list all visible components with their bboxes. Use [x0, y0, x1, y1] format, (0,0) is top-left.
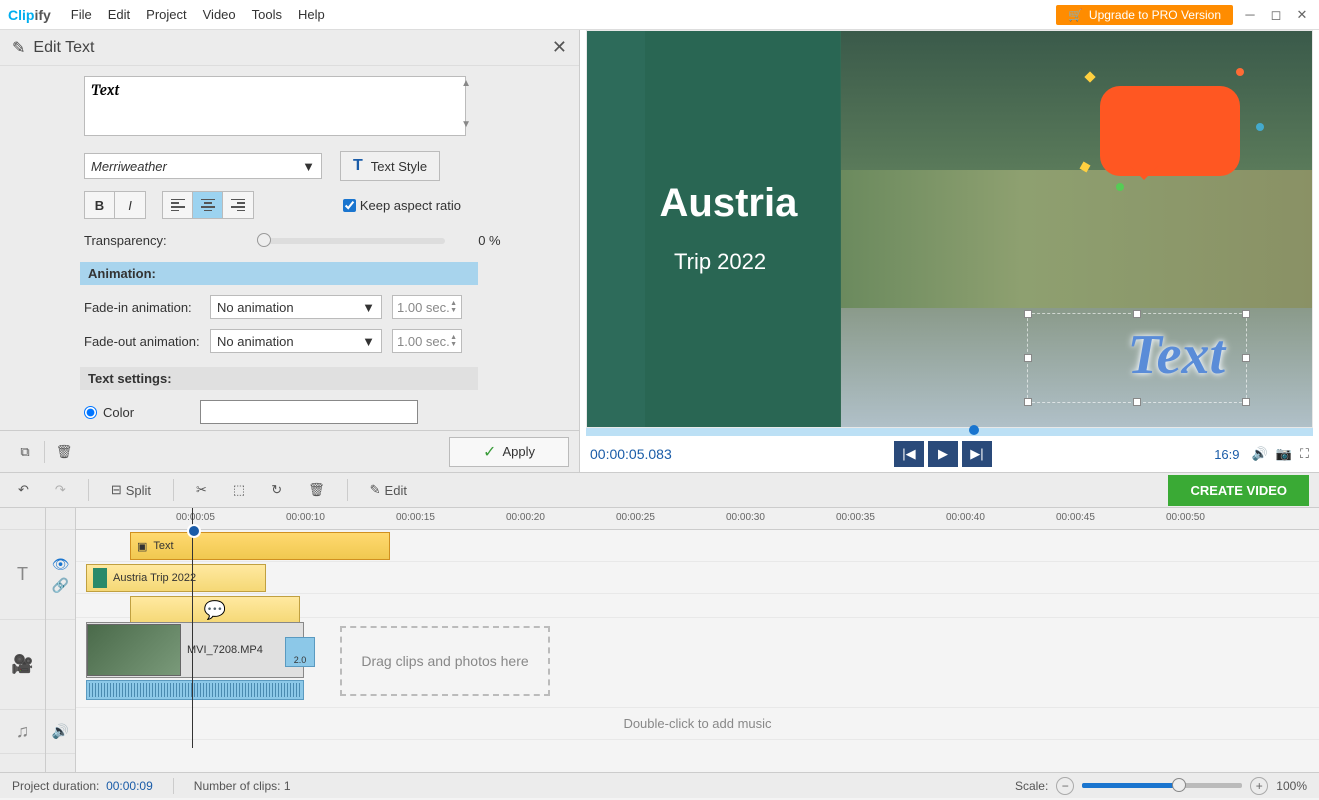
zoom-out-button[interactable]: −: [1056, 777, 1074, 795]
trash-button[interactable]: 🗑: [300, 476, 333, 504]
cart-icon: 🛒: [1068, 8, 1083, 22]
austria-text-clip[interactable]: Austria Trip 2022: [86, 564, 266, 592]
bold-button[interactable]: B: [85, 192, 115, 218]
menu-edit[interactable]: Edit: [108, 7, 130, 22]
text-clip-selected[interactable]: ▣ Text: [130, 532, 390, 560]
fade-in-select[interactable]: No animation▼: [210, 295, 382, 319]
next-frame-button[interactable]: ▶|: [962, 441, 992, 467]
chevron-down-icon: ▼: [302, 159, 315, 174]
fade-out-duration[interactable]: 1.00 sec. ▲▼: [392, 329, 462, 353]
apply-button[interactable]: ✓ Apply: [449, 437, 569, 467]
text-icon: ▣: [137, 540, 147, 553]
video-clip[interactable]: MVI_7208.MP4 2.0: [86, 622, 304, 678]
delete-button[interactable]: 🗑: [49, 438, 79, 466]
panel-title: Edit Text: [33, 39, 94, 57]
panel-close-button[interactable]: ✕: [552, 37, 567, 58]
text-track-icon: T: [0, 530, 45, 620]
menu-bar: File Edit Project Video Tools Help: [71, 7, 325, 22]
fade-in-label: Fade-in animation:: [84, 300, 200, 315]
transition-clip[interactable]: 2.0: [285, 637, 315, 667]
rotate-button[interactable]: ↻: [263, 476, 290, 504]
preview-canvas[interactable]: Austria Trip 2022 Text: [586, 30, 1313, 428]
prev-frame-button[interactable]: |◀: [894, 441, 924, 467]
fade-out-select[interactable]: No animation▼: [210, 329, 382, 353]
zoom-value: 100%: [1276, 779, 1307, 793]
text-style-button[interactable]: T Text Style: [340, 151, 440, 181]
fade-in-duration[interactable]: 1.00 sec. ▲▼: [392, 295, 462, 319]
audio-toggle[interactable]: 🔊: [52, 723, 69, 740]
redo-button[interactable]: ↷: [47, 476, 74, 504]
edit-text-panel: ✎ Edit Text ✕ ▲ ▼ Merriweather ▼ T Text S…: [0, 30, 580, 472]
app-logo: Clipify: [8, 7, 51, 23]
align-left-icon: [171, 199, 185, 211]
preview-title: Austria: [660, 181, 798, 226]
crop-button[interactable]: ⬚: [225, 476, 253, 504]
scale-label: Scale:: [1015, 779, 1048, 793]
video-thumbnail: [87, 624, 181, 676]
minimize-button[interactable]: ─: [1241, 6, 1259, 24]
visibility-toggle[interactable]: 👁: [52, 556, 70, 573]
align-right-icon: [231, 199, 245, 211]
link-toggle[interactable]: 🔗: [52, 577, 69, 594]
drop-zone[interactable]: Drag clips and photos here: [340, 626, 550, 696]
font-select[interactable]: Merriweather ▼: [84, 153, 322, 179]
check-icon: ✓: [483, 442, 496, 462]
undo-button[interactable]: ↶: [10, 476, 37, 504]
align-center-button[interactable]: [193, 192, 223, 218]
transparency-value: 0 %: [471, 233, 501, 248]
animation-section-header: Animation:: [80, 262, 478, 285]
snapshot-icon[interactable]: 📷: [1276, 446, 1292, 462]
menu-help[interactable]: Help: [298, 7, 325, 22]
italic-button[interactable]: I: [115, 192, 145, 218]
upgrade-button[interactable]: 🛒 Upgrade to PRO Version: [1056, 5, 1233, 25]
menu-video[interactable]: Video: [203, 7, 236, 22]
video-track[interactable]: MVI_7208.MP4 2.0 Drag clips and photos h…: [76, 618, 1319, 708]
aspect-ratio[interactable]: 16:9: [1214, 447, 1239, 462]
align-right-button[interactable]: [223, 192, 253, 218]
zoom-in-button[interactable]: +: [1250, 777, 1268, 795]
align-left-button[interactable]: [163, 192, 193, 218]
align-center-icon: [201, 199, 215, 211]
preview-subtitle: Trip 2022: [674, 249, 766, 275]
selection-handles[interactable]: [1027, 313, 1247, 403]
text-content-input[interactable]: [84, 76, 466, 136]
preview-seek-bar[interactable]: [586, 428, 1313, 436]
edit-clip-button[interactable]: ✎Edit: [362, 476, 415, 504]
menu-tools[interactable]: Tools: [252, 7, 282, 22]
text-settings-header: Text settings:: [80, 367, 478, 390]
duplicate-button[interactable]: ⧉: [10, 438, 40, 466]
menu-project[interactable]: Project: [146, 7, 186, 22]
text-style-icon: T: [353, 157, 363, 175]
keep-aspect-checkbox[interactable]: Keep aspect ratio: [343, 198, 461, 213]
fullscreen-icon[interactable]: ⛶: [1300, 446, 1309, 462]
video-track-icon: 🎥: [0, 620, 45, 710]
color-radio[interactable]: [84, 406, 97, 419]
playhead[interactable]: [192, 508, 193, 748]
transparency-label: Transparency:: [84, 233, 167, 248]
timecode: 00:00:05.083: [590, 446, 672, 462]
confetti-decoration: [1076, 63, 1276, 193]
cut-button[interactable]: ✂: [188, 476, 215, 504]
maximize-button[interactable]: ◻: [1267, 6, 1285, 24]
music-track[interactable]: Double-click to add music: [76, 708, 1319, 740]
music-track-icon: ♫: [0, 710, 45, 754]
edit-icon: ✎: [12, 38, 25, 58]
volume-icon[interactable]: 🔊: [1252, 446, 1268, 462]
menu-file[interactable]: File: [71, 7, 92, 22]
timeline-ruler[interactable]: 00:00:05 00:00:10 00:00:15 00:00:20 00:0…: [76, 508, 1319, 530]
close-button[interactable]: ✕: [1293, 6, 1311, 24]
audio-waveform[interactable]: [86, 680, 304, 700]
color-swatch[interactable]: [200, 400, 418, 424]
chevron-down-icon: ▼: [362, 334, 375, 349]
play-button[interactable]: ▶: [928, 441, 958, 467]
transparency-slider[interactable]: [257, 238, 445, 244]
scroll-up-icon[interactable]: ▲: [461, 78, 471, 89]
fade-out-label: Fade-out animation:: [84, 334, 200, 349]
create-video-button[interactable]: CREATE VIDEO: [1168, 475, 1309, 506]
split-button[interactable]: ⊟Split: [103, 476, 159, 504]
chevron-down-icon: ▼: [362, 300, 375, 315]
scroll-down-icon[interactable]: ▼: [461, 119, 471, 130]
zoom-slider[interactable]: [1082, 783, 1242, 788]
